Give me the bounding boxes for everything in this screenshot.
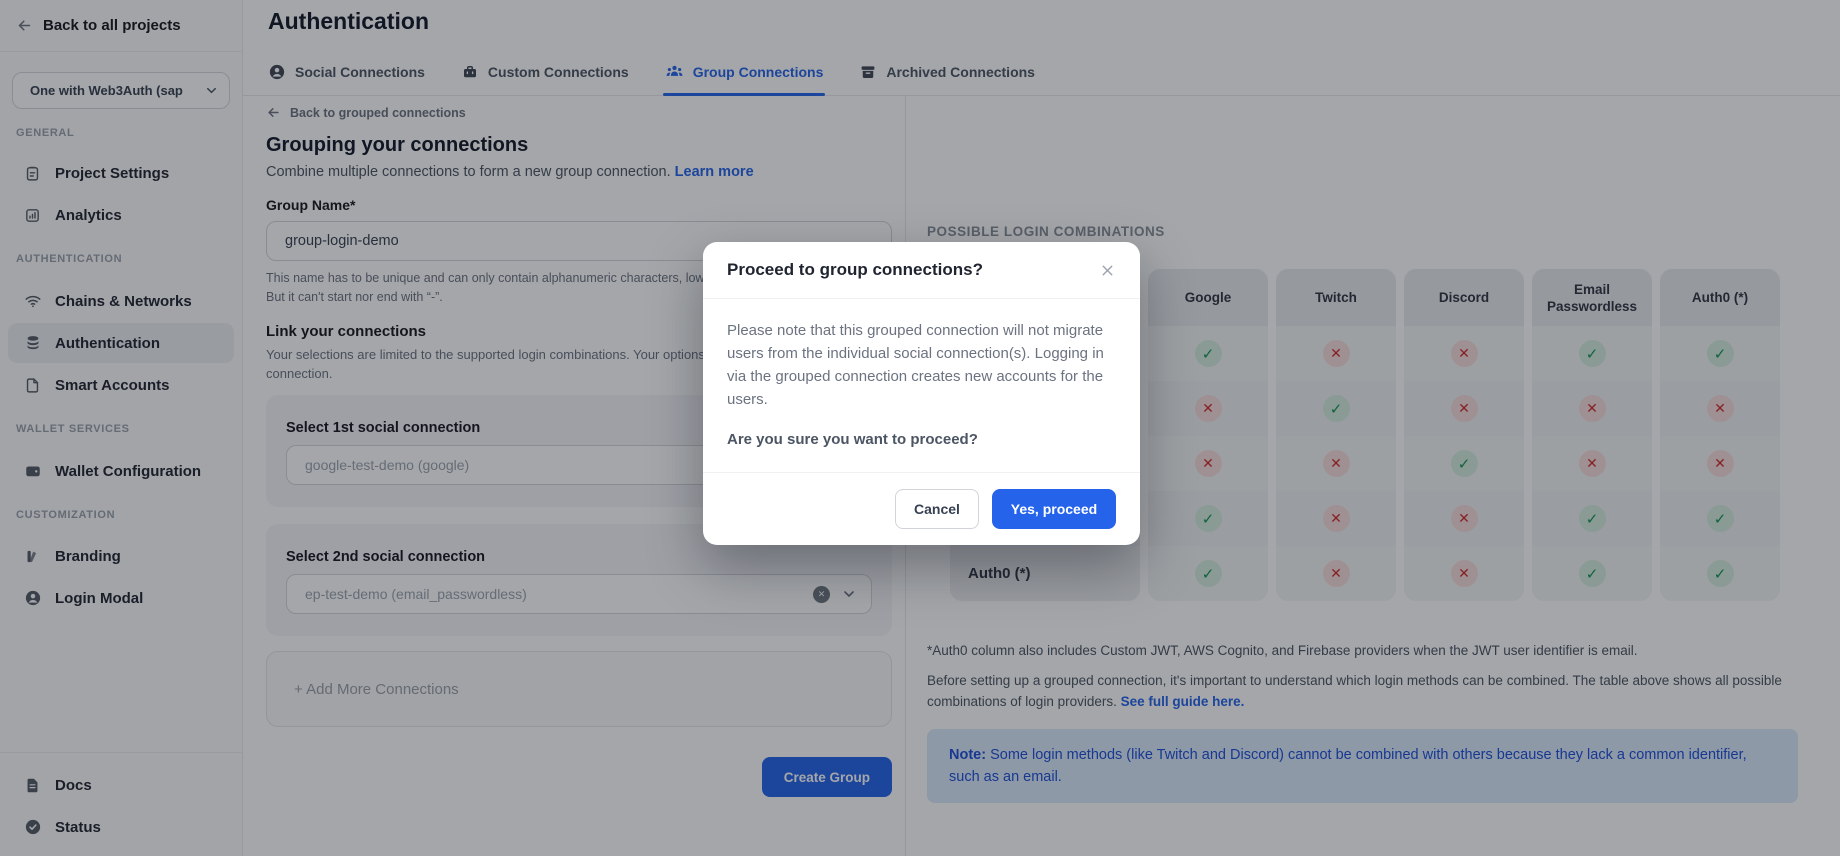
cancel-button[interactable]: Cancel [895, 489, 979, 529]
yes-proceed-button[interactable]: Yes, proceed [992, 489, 1116, 529]
dialog-title: Proceed to group connections? [727, 260, 1099, 280]
close-icon[interactable] [1099, 262, 1116, 279]
confirm-dialog: Proceed to group connections? Please not… [703, 242, 1140, 545]
dialog-body-text: Please note that this grouped connection… [727, 319, 1116, 411]
dialog-confirm-question: Are you sure you want to proceed? [727, 431, 1116, 448]
app-window: Back to all projects One with Web3Auth (… [0, 0, 1840, 856]
